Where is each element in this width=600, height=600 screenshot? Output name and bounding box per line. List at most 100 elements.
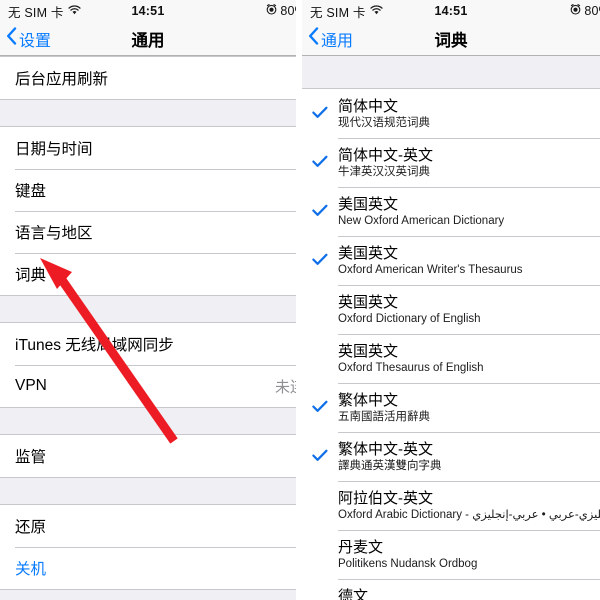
settings-group: iTunes 无线局域网同步 VPN 未连接 — [0, 322, 296, 408]
checkmark-icon — [312, 449, 328, 467]
dictionary-title: 丹麦文 — [338, 538, 384, 556]
settings-group: 后台应用刷新 — [0, 56, 296, 100]
dictionary-group: 简体中文 现代汉语规范词典 简体中文-英文 牛津英汉汉英词典 美国英文 New Oxfor… — [302, 88, 600, 600]
settings-row[interactable]: 关机 — [0, 547, 296, 589]
dictionary-subtitle: Oxford Dictionary of English — [338, 312, 481, 325]
dictionary-subtitle: 牛津英汉汉英词典 — [338, 165, 430, 178]
settings-row-label: 日期与时间 — [15, 141, 93, 158]
dictionary-row[interactable]: 美国英文 Oxford American Writer's Thesaurus — [302, 236, 600, 285]
dictionary-row[interactable]: 阿拉伯文-英文Oxford Arabic Dictionary - إنجليز… — [302, 481, 600, 530]
dictionary-subtitle: Oxford Arabic Dictionary - إنجليزي-عربي … — [338, 508, 600, 521]
settings-row[interactable]: 监管 — [0, 435, 296, 477]
dictionary-row[interactable]: 丹麦文 Politikens Nudansk Ordbog — [302, 530, 600, 579]
dual-phone-screenshot: 无 SIM 卡 14:51 80 设置 通用 后台应用刷新 日期与时间 键盘 语… — [0, 0, 600, 600]
left-phone-panel: 无 SIM 卡 14:51 80 设置 通用 后台应用刷新 日期与时间 键盘 语… — [0, 0, 296, 600]
dictionary-texts: 繁体中文 五南國語活用辭典 — [338, 392, 600, 424]
settings-row-label: 关机 — [15, 561, 47, 578]
checkmark-icon — [312, 106, 328, 124]
left-status-bar: 无 SIM 卡 14:51 80 — [0, 0, 296, 22]
dictionary-title: 繁体中文-英文 — [338, 440, 433, 458]
settings-row[interactable]: VPN 未连接 — [0, 365, 296, 407]
alarm-clock-icon — [266, 4, 277, 18]
dictionary-check-cell — [302, 496, 338, 516]
dictionary-subtitle: Politikens Nudansk Ordbog — [338, 557, 478, 570]
list-group-gap — [0, 478, 296, 504]
checkmark-icon — [312, 155, 328, 173]
dictionary-title: 英国英文 — [338, 342, 399, 360]
dictionary-title: 繁体中文 — [338, 391, 399, 409]
dictionary-check-cell — [302, 349, 338, 369]
dictionary-title: 美国英文 — [338, 195, 399, 213]
dictionary-texts: 美国英文 Oxford American Writer's Thesaurus — [338, 245, 600, 277]
dictionary-subtitle: 譯典通英漢雙向字典 — [338, 459, 442, 472]
dictionary-check-cell — [302, 594, 338, 600]
dictionary-texts: 德文Duden Wissensnetz deutsche Sprache — [338, 588, 600, 600]
dictionary-subtitle: New Oxford American Dictionary — [338, 214, 505, 227]
dictionary-texts: 简体中文 现代汉语规范词典 — [338, 98, 600, 130]
settings-row[interactable]: 语言与地区 — [0, 211, 296, 253]
page-title: 通用 — [131, 31, 165, 50]
settings-row-label: iTunes 无线局域网同步 — [15, 337, 174, 354]
left-nav-bar: 设置 通用 — [0, 22, 296, 56]
settings-row[interactable]: 后台应用刷新 — [0, 57, 296, 99]
dictionary-row[interactable]: 英国英文 Oxford Dictionary of English — [302, 285, 600, 334]
dictionary-texts: 美国英文 New Oxford American Dictionary — [338, 196, 600, 228]
settings-row[interactable]: iTunes 无线局域网同步 — [0, 323, 296, 365]
settings-group: 监管 — [0, 434, 296, 478]
dictionary-check-cell — [302, 153, 338, 173]
list-bottom-gap — [0, 590, 296, 600]
settings-group: 日期与时间键盘语言与地区词典 — [0, 126, 296, 296]
dictionary-subtitle: Oxford Thesaurus of English — [338, 361, 484, 374]
right-status-bar: 无 SIM 卡 14:51 80 — [302, 0, 600, 22]
page-title: 词典 — [434, 31, 468, 50]
dictionary-check-cell — [302, 447, 338, 467]
alarm-clock-icon — [570, 4, 581, 18]
settings-row-label: 键盘 — [15, 183, 47, 200]
settings-row-label: 词典 — [15, 267, 47, 284]
settings-row[interactable]: 还原 — [0, 505, 296, 547]
checkmark-icon — [312, 204, 328, 222]
settings-row[interactable]: 键盘 — [0, 169, 296, 211]
dictionary-check-cell — [302, 300, 338, 320]
settings-row[interactable]: 词典 — [0, 253, 296, 295]
right-phone-panel: 无 SIM 卡 14:51 80 通用 词典 简体中文 现代汉语规范词典 简体中… — [302, 0, 600, 600]
dictionary-row[interactable]: 简体中文 现代汉语规范词典 — [302, 89, 600, 138]
left-status-right: 80% — [266, 4, 296, 18]
dictionary-check-cell — [302, 545, 338, 565]
dictionary-title: 美国英文 — [338, 244, 399, 262]
dictionary-row[interactable]: 繁体中文-英文 譯典通英漢雙向字典 — [302, 432, 600, 481]
dictionary-title: 英国英文 — [338, 293, 399, 311]
settings-row-label: 语言与地区 — [15, 225, 93, 242]
dictionary-row[interactable]: 美国英文 New Oxford American Dictionary — [302, 187, 600, 236]
dictionary-texts: 阿拉伯文-英文Oxford Arabic Dictionary - إنجليز… — [338, 490, 600, 522]
dictionary-check-cell — [302, 104, 338, 124]
dictionary-list[interactable]: 简体中文 现代汉语规范词典 简体中文-英文 牛津英汉汉英词典 美国英文 New Oxfor… — [302, 56, 600, 600]
dictionary-texts: 繁体中文-英文 譯典通英漢雙向字典 — [338, 441, 600, 473]
checkmark-icon — [312, 253, 328, 271]
dictionary-check-cell — [302, 251, 338, 271]
settings-row-label: 监管 — [15, 449, 47, 466]
dictionary-title: 德文 — [338, 587, 369, 600]
dictionary-subtitle: Oxford American Writer's Thesaurus — [338, 263, 523, 276]
list-top-gap — [302, 56, 600, 88]
general-settings-list[interactable]: 后台应用刷新日期与时间键盘语言与地区词典 iTunes 无线局域网同步 VPN 未连接… — [0, 56, 296, 600]
checkmark-icon — [312, 400, 328, 418]
settings-row[interactable]: 日期与时间 — [0, 127, 296, 169]
list-group-gap — [0, 100, 296, 126]
settings-group: 还原 关机 — [0, 504, 296, 590]
settings-row-label: VPN — [15, 377, 47, 394]
settings-row-label: 后台应用刷新 — [15, 71, 109, 88]
dictionary-row[interactable]: 简体中文-英文 牛津英汉汉英词典 — [302, 138, 600, 187]
dictionary-row[interactable]: 德文Duden Wissensnetz deutsche Sprache — [302, 579, 600, 600]
battery-percent-label: 80% — [584, 4, 600, 18]
right-nav-bar: 通用 词典 — [302, 22, 600, 56]
dictionary-row[interactable]: 英国英文 Oxford Thesaurus of English — [302, 334, 600, 383]
list-group-gap — [0, 408, 296, 434]
dictionary-row[interactable]: 繁体中文 五南國語活用辭典 — [302, 383, 600, 432]
settings-row-label: 还原 — [15, 519, 47, 536]
dictionary-texts: 简体中文-英文 牛津英汉汉英词典 — [338, 147, 600, 179]
dictionary-title: 简体中文-英文 — [338, 146, 433, 164]
dictionary-subtitle: 现代汉语规范词典 — [338, 116, 430, 129]
dictionary-texts: 丹麦文 Politikens Nudansk Ordbog — [338, 539, 600, 571]
dictionary-check-cell — [302, 398, 338, 418]
